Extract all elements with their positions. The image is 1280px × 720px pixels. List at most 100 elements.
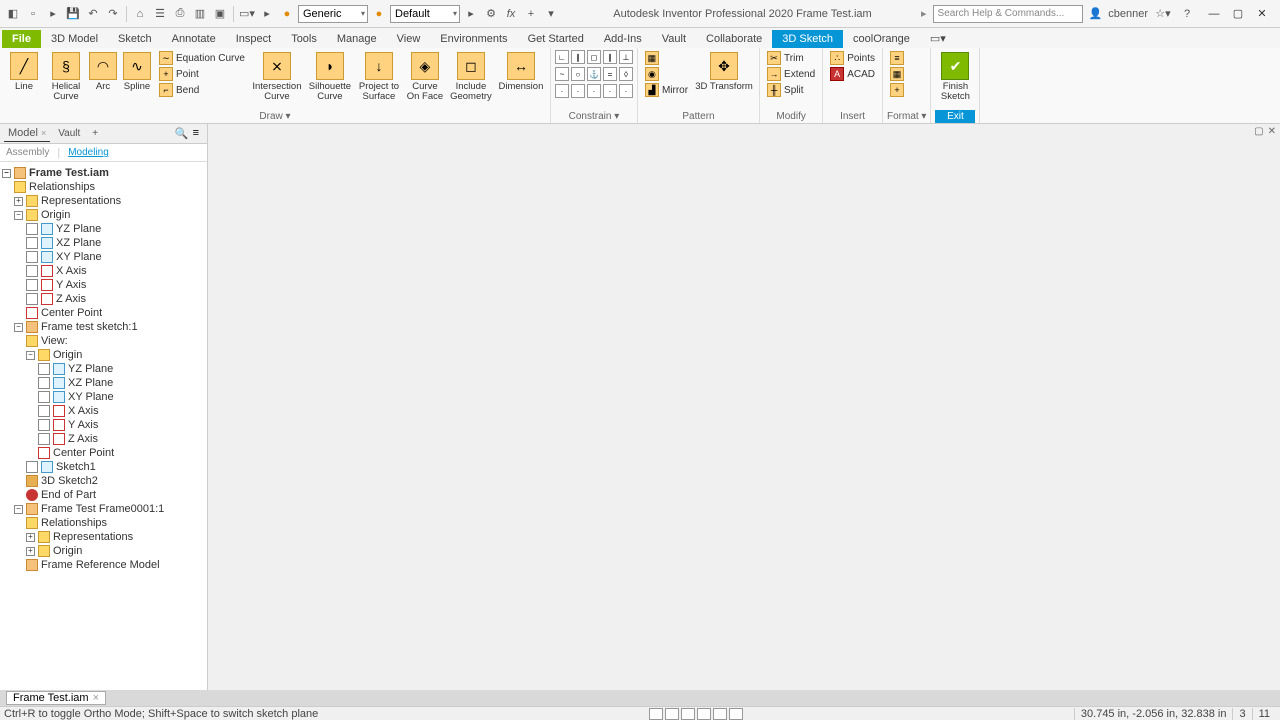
expand-icon[interactable]: + [26, 533, 35, 542]
filter-icon[interactable]: ▸ [258, 5, 276, 23]
save-icon[interactable]: 💾 [64, 5, 82, 23]
perp-icon[interactable]: ⊥ [619, 50, 633, 64]
status-mode-icons[interactable] [649, 708, 743, 720]
expand-icon[interactable]: + [14, 197, 23, 206]
checkbox-icon[interactable] [38, 377, 50, 389]
bend-button[interactable]: ⌐Bend [156, 82, 248, 98]
home-icon[interactable]: ⌂ [131, 5, 149, 23]
clone-icon[interactable]: ▣ [211, 5, 229, 23]
tab-file[interactable]: File [2, 30, 41, 48]
helical-button[interactable]: §Helical Curve [46, 50, 86, 105]
tab-vault[interactable]: Vault [652, 30, 696, 48]
globe-icon[interactable]: ● [278, 5, 296, 23]
browser-tab-vault[interactable]: Vault [54, 126, 84, 141]
checkbox-icon[interactable] [26, 237, 38, 249]
tab-extra[interactable]: ▭▾ [920, 29, 956, 48]
help-icon[interactable]: ? [1178, 5, 1196, 23]
mirror-button[interactable]: ▟Mirror [642, 82, 691, 98]
undo-icon[interactable]: ↶ [84, 5, 102, 23]
equal-icon[interactable]: = [603, 67, 617, 81]
add-icon[interactable]: + [522, 5, 540, 23]
close-icon[interactable]: ✕ [1250, 4, 1274, 24]
paste-icon[interactable]: ▥ [191, 5, 209, 23]
browser-tab-model[interactable]: Model× [4, 125, 50, 142]
tab-getstarted[interactable]: Get Started [518, 30, 594, 48]
checkbox-icon[interactable] [26, 461, 38, 473]
select-icon[interactable]: ▭▾ [238, 5, 256, 23]
checkbox-icon[interactable] [38, 419, 50, 431]
redo-icon[interactable]: ↷ [104, 5, 122, 23]
collapse-icon[interactable]: − [26, 351, 35, 360]
eqcurve-button[interactable]: ∼Equation Curve [156, 50, 248, 66]
finish-sketch-button[interactable]: ✔Finish Sketch [935, 50, 975, 105]
line-button[interactable]: ╱Line [4, 50, 44, 94]
smooth-icon[interactable]: ~ [555, 67, 569, 81]
tool1-icon[interactable]: ⚙ [482, 5, 500, 23]
print-icon[interactable]: ⎙ [171, 5, 189, 23]
search-icon[interactable]: 🔍 [175, 127, 189, 140]
checkbox-icon[interactable] [38, 391, 50, 403]
checkbox-icon[interactable] [38, 405, 50, 417]
menu-icon[interactable]: ≡ [193, 127, 199, 140]
split-button[interactable]: ╫Split [764, 82, 818, 98]
c3-icon[interactable]: · [587, 84, 601, 98]
coincident-icon[interactable]: ∟ [555, 50, 569, 64]
collinear-icon[interactable]: ∥ [571, 50, 585, 64]
user-name[interactable]: cbenner [1108, 8, 1148, 20]
collapse-icon[interactable]: − [14, 505, 23, 514]
checkbox-icon[interactable] [38, 363, 50, 375]
app-menu-icon[interactable]: ◧ [4, 5, 22, 23]
points-button[interactable]: ∴Points [827, 50, 878, 66]
tab-addins[interactable]: Add-Ins [594, 30, 652, 48]
c2-icon[interactable]: · [571, 84, 585, 98]
arc-button[interactable]: ◠Arc [88, 50, 118, 94]
point-button[interactable]: +Point [156, 66, 248, 82]
checkbox-icon[interactable] [26, 293, 38, 305]
dimension-button[interactable]: ↔Dimension [496, 50, 546, 94]
material-combo[interactable]: Generic [298, 5, 368, 23]
tab-environments[interactable]: Environments [430, 30, 517, 48]
minimize-icon[interactable]: — [1202, 4, 1226, 24]
silcurve-button[interactable]: ◗Silhouette Curve [306, 50, 354, 105]
expand-icon[interactable]: + [26, 547, 35, 556]
c5-icon[interactable]: · [619, 84, 633, 98]
acad-button[interactable]: AACAD [827, 66, 878, 82]
model-tree[interactable]: −Frame Test.iam Relationships +Represent… [0, 162, 207, 690]
rectpattern-icon[interactable]: ▦ [642, 50, 691, 66]
incgeom-button[interactable]: ◻Include Geometry [448, 50, 494, 105]
fx-icon[interactable]: fx [502, 5, 520, 23]
team-icon[interactable]: ☰ [151, 5, 169, 23]
fmt2-icon[interactable]: ▦ [887, 66, 907, 82]
3dtransform-button[interactable]: ✥3D Transform [693, 50, 755, 94]
trim-button[interactable]: ✂Trim [764, 50, 818, 66]
subtab-assembly[interactable]: Assembly [6, 147, 49, 158]
panel-maximize-icon[interactable]: ▢ [1254, 126, 1263, 137]
parallel-icon[interactable]: ∥ [603, 50, 617, 64]
appearance-combo[interactable]: Default [390, 5, 460, 23]
checkbox-icon[interactable] [38, 433, 50, 445]
customize-icon[interactable]: ▾ [542, 5, 560, 23]
tangent-icon[interactable]: ○ [571, 67, 585, 81]
spline-button[interactable]: ∿Spline [120, 50, 154, 94]
c4-icon[interactable]: · [603, 84, 617, 98]
tab-manage[interactable]: Manage [327, 30, 387, 48]
checkbox-icon[interactable] [26, 279, 38, 291]
tab-view[interactable]: View [387, 30, 431, 48]
tab-3dsketch[interactable]: 3D Sketch [772, 30, 843, 48]
close-icon[interactable]: × [41, 128, 46, 138]
collapse-icon[interactable]: − [14, 211, 23, 220]
appearance-icon[interactable]: ● [370, 5, 388, 23]
browser-tab-add[interactable]: + [88, 126, 102, 141]
tab-3dmodel[interactable]: 3D Model [41, 30, 108, 48]
tab-coolorange[interactable]: coolOrange [843, 30, 920, 48]
extend-button[interactable]: →Extend [764, 66, 818, 82]
intcurve-button[interactable]: ⨯Intersection Curve [250, 50, 304, 105]
dropper-icon[interactable]: ▸ [462, 5, 480, 23]
checkbox-icon[interactable] [26, 265, 38, 277]
projsurf-button[interactable]: ↓Project to Surface [356, 50, 402, 105]
search-input[interactable]: Search Help & Commands... [933, 5, 1083, 23]
favorites-icon[interactable]: ☆▾ [1154, 5, 1172, 23]
doc-tab-frametest[interactable]: Frame Test.iam× [6, 691, 106, 705]
circpattern-icon[interactable]: ◉ [642, 66, 691, 82]
tab-sketch[interactable]: Sketch [108, 30, 162, 48]
